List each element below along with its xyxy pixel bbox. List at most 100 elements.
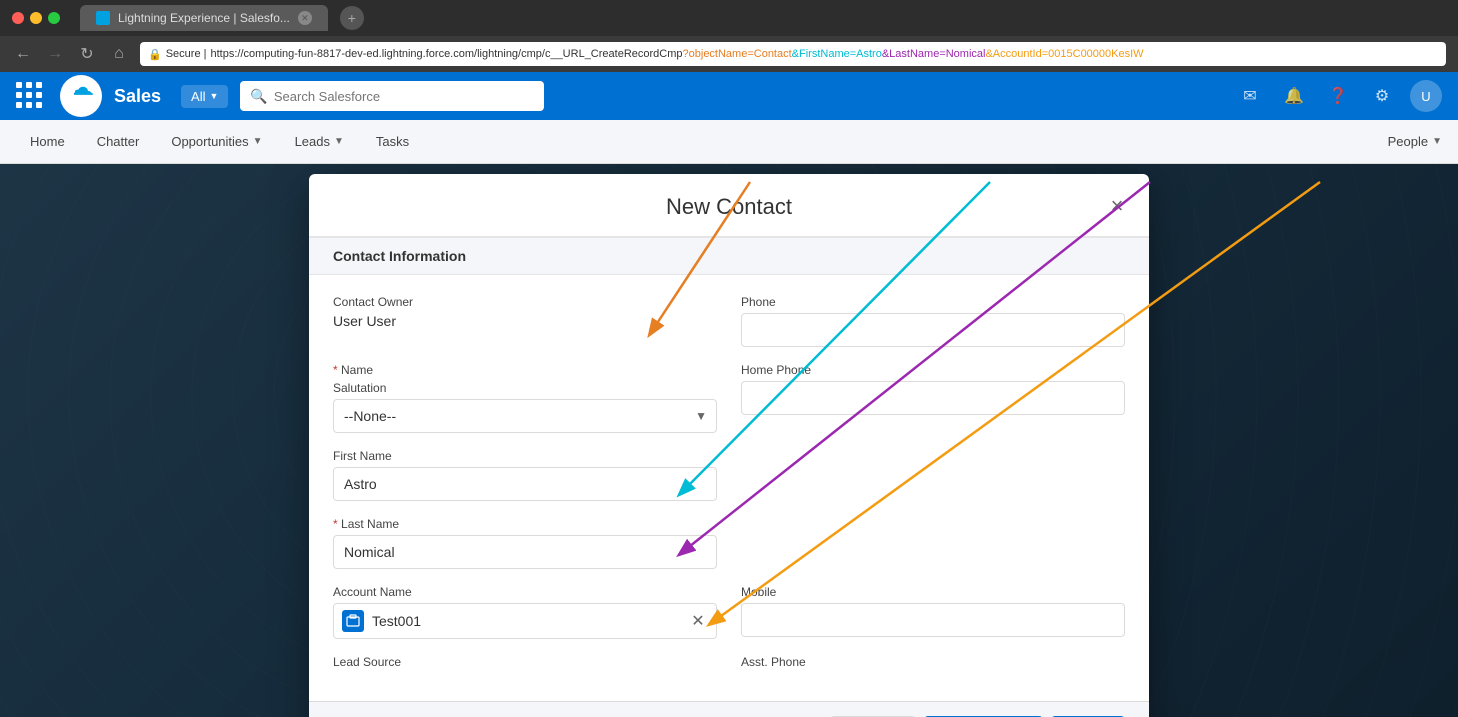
mobile-input[interactable] (741, 603, 1125, 637)
header-icon-2[interactable]: 🔔 (1278, 80, 1310, 112)
home-button[interactable]: ⌂ (108, 45, 130, 63)
modal-header: New Contact × (309, 174, 1149, 237)
app-dot (26, 102, 32, 108)
sf-header: Sales All ▼ 🔍 ✉ 🔔 ❓ ⚙ U (0, 72, 1458, 120)
account-name-field[interactable]: Test001 ✕ (333, 603, 717, 639)
form-row-name-homephone: Name Salutation --None-- Mr. Ms. Mrs. Dr… (333, 363, 1125, 433)
opportunities-chevron-icon: ▼ (253, 136, 263, 147)
form-section-header: Contact Information (309, 237, 1149, 275)
sf-content-area: New Contact × Contact Information Contac… (0, 164, 1458, 717)
form-group-mobile: Mobile (741, 585, 1125, 639)
last-name-input[interactable] (333, 535, 717, 569)
lock-icon: 🔒 (148, 48, 162, 61)
forward-button[interactable]: → (44, 45, 66, 63)
header-icon-1[interactable]: ✉ (1234, 80, 1266, 112)
url-param-objectname: ?objectName=Contact (683, 48, 792, 60)
form-group-name: Name Salutation --None-- Mr. Ms. Mrs. Dr… (333, 363, 717, 433)
first-name-input[interactable] (333, 467, 717, 501)
back-button[interactable]: ← (12, 45, 34, 63)
form-body: Contact Owner User User Phone Name (309, 275, 1149, 701)
form-group-contact-owner: Contact Owner User User (333, 295, 717, 347)
search-icon: 🔍 (250, 88, 267, 105)
search-input[interactable] (274, 89, 534, 104)
nav-item-tasks[interactable]: Tasks (362, 124, 423, 159)
form-row-lastname-spacer: Last Name (333, 517, 1125, 569)
app-dot (16, 92, 22, 98)
secure-label: Secure | (166, 48, 207, 60)
form-group-last-name: Last Name (333, 517, 717, 569)
account-icon (342, 610, 364, 632)
url-path: lightning/cmp/c__URL_CreateRecordCmp (477, 48, 682, 60)
url-param-firstname: &FirstName=Astro (792, 48, 882, 60)
contact-owner-value: User User (333, 313, 717, 329)
leads-chevron-icon: ▼ (334, 136, 344, 147)
app-dot (16, 102, 22, 108)
sf-nav: Home Chatter Opportunities ▼ Leads ▼ Tas… (0, 120, 1458, 164)
nav-item-leads[interactable]: Leads ▼ (281, 124, 358, 159)
apps-grid-icon[interactable] (16, 82, 44, 110)
salesforce-logo (60, 75, 102, 117)
traffic-lights (12, 12, 60, 24)
form-group-spacer-1 (741, 449, 1125, 501)
reload-button[interactable]: ↻ (76, 44, 98, 64)
nav-item-opportunities[interactable]: Opportunities ▼ (157, 124, 276, 159)
modal-overlay: New Contact × Contact Information Contac… (0, 164, 1458, 717)
form-group-spacer-2 (741, 517, 1125, 569)
address-bar[interactable]: 🔒 Secure | https://computing-fun-8817-de… (140, 42, 1446, 66)
form-group-first-name: First Name (333, 449, 717, 501)
app-dot (26, 82, 32, 88)
form-group-asst-phone: Asst. Phone (741, 655, 1125, 669)
nav-item-home[interactable]: Home (16, 124, 79, 159)
nav-item-chatter[interactable]: Chatter (83, 124, 154, 159)
app-name: Sales (114, 86, 161, 107)
header-icon-3[interactable]: ❓ (1322, 80, 1354, 112)
browser-tab[interactable]: Lightning Experience | Salesfo... ✕ (80, 5, 328, 31)
browser-titlebar: Lightning Experience | Salesfo... ✕ + (0, 0, 1458, 36)
form-group-home-phone: Home Phone (741, 363, 1125, 433)
form-row-owner-phone: Contact Owner User User Phone (333, 295, 1125, 347)
close-traffic-light[interactable] (12, 12, 24, 24)
app-dot (36, 92, 42, 98)
name-label: Name (333, 363, 717, 377)
account-name-text: Test001 (372, 613, 680, 629)
search-all-chevron: ▼ (210, 91, 219, 101)
modal-footer: Cancel Save & New Save (309, 701, 1149, 717)
minimize-traffic-light[interactable] (30, 12, 42, 24)
search-all-button[interactable]: All ▼ (181, 85, 228, 108)
account-name-label: Account Name (333, 585, 717, 599)
url-param-accountid: &AccountId=0015C00000KesIW (985, 48, 1143, 60)
home-phone-label: Home Phone (741, 363, 1125, 377)
nav-right-people[interactable]: People ▼ (1388, 134, 1442, 149)
last-name-label: Last Name (333, 517, 717, 531)
new-contact-modal: New Contact × Contact Information Contac… (309, 174, 1149, 717)
lead-source-label: Lead Source (333, 655, 717, 669)
phone-label: Phone (741, 295, 1125, 309)
app-dot (16, 82, 22, 88)
tab-close-icon[interactable]: ✕ (298, 11, 312, 25)
modal-close-button[interactable]: × (1101, 190, 1133, 222)
url-base: https://computing-fun-8817-dev-ed.lightn… (210, 48, 477, 60)
account-icon-svg (346, 614, 360, 628)
url-param-lastname: &LastName=Nomical (882, 48, 986, 60)
phone-input[interactable] (741, 313, 1125, 347)
first-name-label: First Name (333, 449, 717, 463)
account-clear-button[interactable]: ✕ (688, 611, 708, 631)
form-row-firstname-spacer: First Name (333, 449, 1125, 501)
form-group-lead-source: Lead Source (333, 655, 717, 669)
form-row-leadsource-asstphone: Lead Source Asst. Phone (333, 655, 1125, 669)
home-phone-input[interactable] (741, 381, 1125, 415)
form-group-phone: Phone (741, 295, 1125, 347)
salesforce-app: Sales All ▼ 🔍 ✉ 🔔 ❓ ⚙ U Home Chatter Opp… (0, 72, 1458, 717)
browser-chrome: Lightning Experience | Salesfo... ✕ + ← … (0, 0, 1458, 72)
maximize-traffic-light[interactable] (48, 12, 60, 24)
modal-body: Contact Information Contact Owner User U… (309, 237, 1149, 701)
new-tab-button[interactable]: + (340, 6, 364, 30)
user-avatar[interactable]: U (1410, 80, 1442, 112)
app-dot (36, 102, 42, 108)
header-icon-4[interactable]: ⚙ (1366, 80, 1398, 112)
tab-favicon (96, 11, 110, 25)
salutation-select[interactable]: --None-- Mr. Ms. Mrs. Dr. Prof. (333, 399, 717, 433)
browser-addressbar: ← → ↻ ⌂ 🔒 Secure | https://computing-fun… (0, 36, 1458, 72)
search-box-container[interactable]: 🔍 (240, 81, 543, 111)
form-group-account-name: Account Name Test001 (333, 585, 717, 639)
